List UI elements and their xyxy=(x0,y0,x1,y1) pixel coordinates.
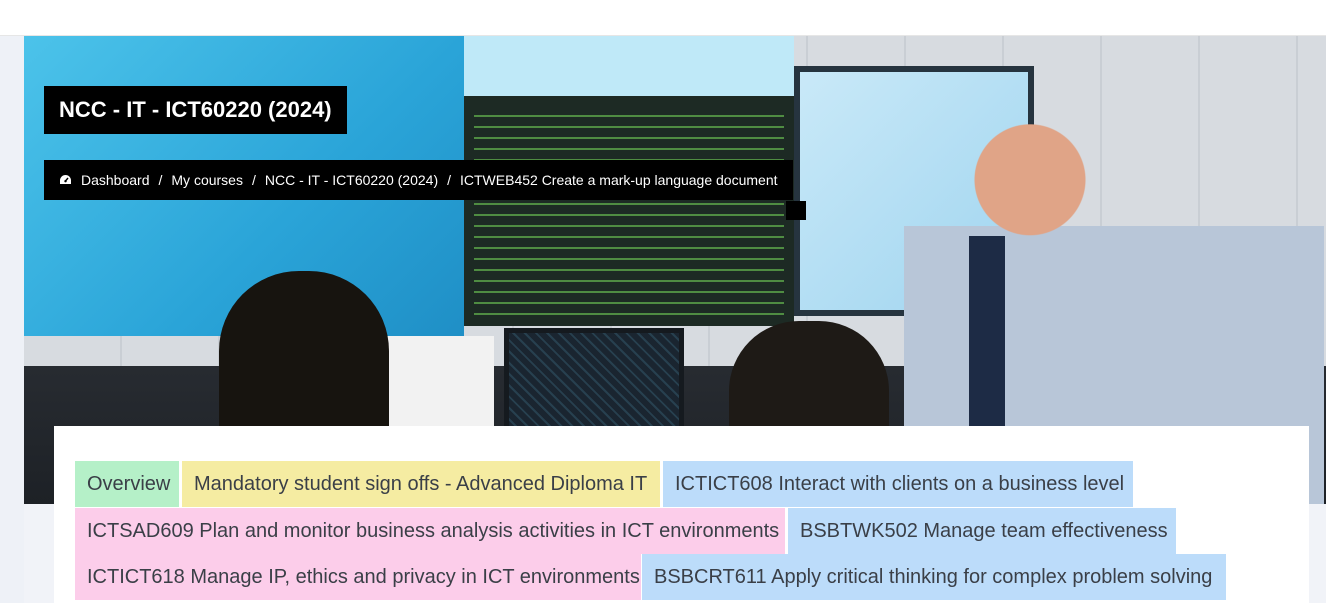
tab-bsbtwk502[interactable]: BSBTWK502 Manage team effectiveness xyxy=(788,508,1176,554)
tab-ictsad609[interactable]: ICTSAD609 Plan and monitor business anal… xyxy=(75,508,785,554)
breadcrumb-separator: / xyxy=(158,172,163,188)
page-title: NCC - IT - ICT60220 (2024) xyxy=(59,97,332,122)
breadcrumb-my-courses[interactable]: My courses xyxy=(171,172,243,188)
tab-ictict618[interactable]: ICTICT618 Manage IP, ethics and privacy … xyxy=(75,554,641,600)
breadcrumb-current-section[interactable]: ICTWEB452 Create a mark-up language docu… xyxy=(460,172,778,188)
breadcrumb-dashboard[interactable]: Dashboard xyxy=(81,172,150,188)
breadcrumb-course[interactable]: NCC - IT - ICT60220 (2024) xyxy=(265,172,438,188)
course-content-panel: Overview Mandatory student sign offs - A… xyxy=(54,426,1309,603)
breadcrumb: Dashboard / My courses / NCC - IT - ICT6… xyxy=(44,160,793,200)
tab-mandatory-sign-offs[interactable]: Mandatory student sign offs - Advanced D… xyxy=(182,461,660,507)
top-navbar xyxy=(0,0,1326,36)
tab-overview[interactable]: Overview xyxy=(75,461,179,507)
dashboard-icon xyxy=(59,174,72,186)
breadcrumb-separator: / xyxy=(447,172,451,188)
lanyard xyxy=(969,236,1005,456)
decorative-square xyxy=(786,201,806,220)
tab-ictict608[interactable]: ICTICT608 Interact with clients on a bus… xyxy=(663,461,1133,507)
course-title-box: NCC - IT - ICT60220 (2024) xyxy=(44,86,347,134)
tab-bsbcrt611[interactable]: BSBCRT611 Apply critical thinking for co… xyxy=(642,554,1226,600)
breadcrumb-separator: / xyxy=(251,172,256,188)
